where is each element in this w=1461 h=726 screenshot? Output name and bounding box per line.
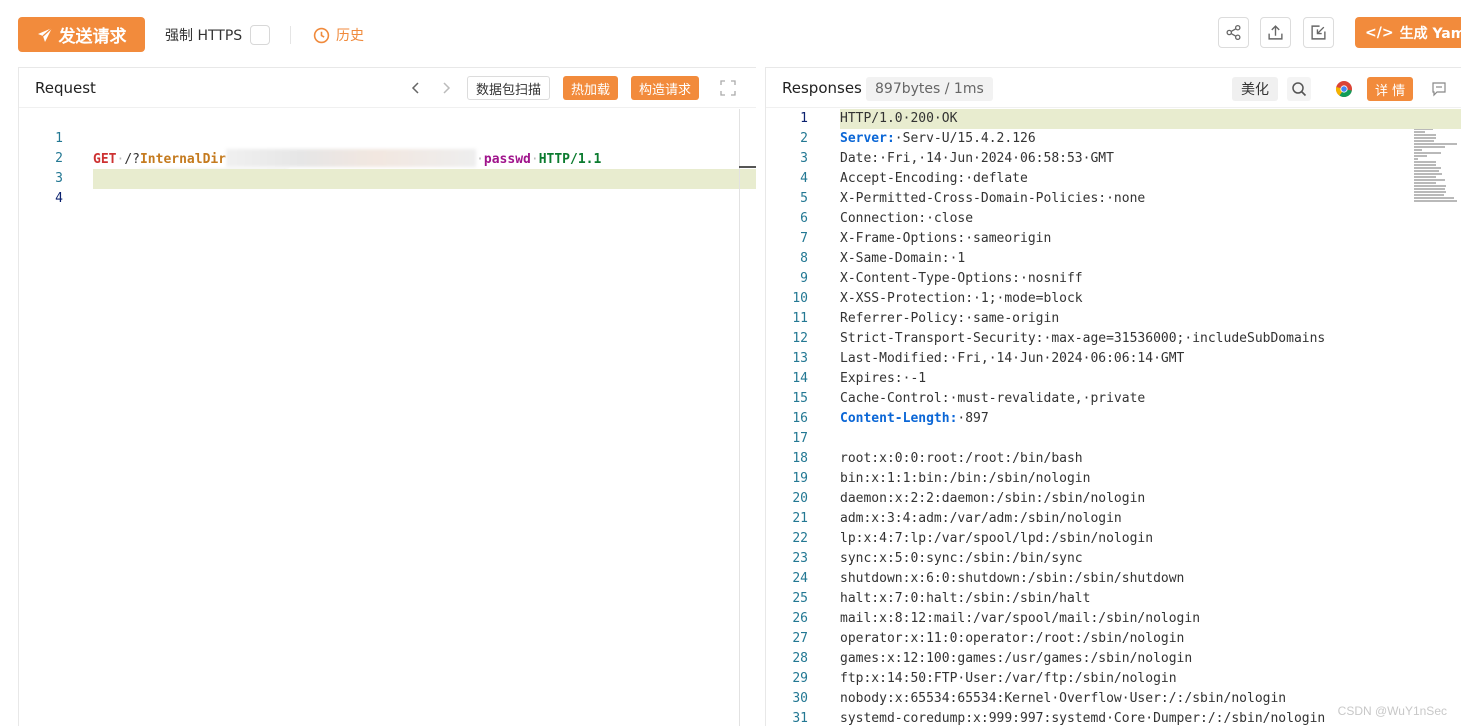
share-icon (1226, 24, 1241, 41)
previous-button[interactable] (409, 80, 423, 96)
force-https-checkbox[interactable] (250, 25, 270, 45)
detail-button[interactable]: 详 情 (1367, 77, 1414, 101)
response-line: 18 root:x:0:0:root:/root:/bin/bash (792, 451, 1083, 466)
expand-icon[interactable] (720, 80, 736, 96)
construct-request-button[interactable]: 构造请求 (631, 76, 700, 100)
response-line: 5 X-Permitted-Cross-Domain-Policies:·none (800, 191, 1146, 206)
share-button[interactable] (1218, 17, 1249, 48)
next-button[interactable] (439, 80, 453, 96)
chevron-right-icon (443, 82, 451, 94)
response-line: 24 shutdown:x:6:0:shutdown:/sbin:/sbin/sh… (792, 571, 1185, 586)
response-line: 27 operator:x:11:0:operator:/root:/sbin/n… (792, 631, 1185, 646)
response-line: 1 HTTP/1.0·200·OK (766, 109, 1461, 129)
request-panel-header: Request 数据包扫描 热加载 构造请求 (19, 68, 756, 108)
upload-icon (1268, 25, 1283, 40)
response-panel: Responses 897bytes / 1ms 美化 详 情 1 HTTP/1.… (765, 67, 1461, 726)
watermark: CSDN @WuY1nSec (1337, 704, 1447, 718)
request-editor[interactable]: 1 GET·/?InternalDir ·passwd·HTTP/1.1 2 Ho… (19, 109, 756, 726)
import-icon (1311, 25, 1326, 40)
response-line: 16 Content-Length:·897 (766, 409, 1461, 429)
response-line: 13 Last-Modified:·Fri,·14·Jun·2024·06:06:… (792, 351, 1185, 366)
force-https-label: 强制 HTTPS (165, 28, 243, 44)
response-editor[interactable]: 1 HTTP/1.0·200·OK 2 Server:·Serv-U/15.4.2.1… (766, 109, 1461, 726)
response-line: 23 sync:x:5:0:sync:/sbin:/bin/sync (792, 551, 1083, 566)
clock-icon (313, 27, 330, 43)
top-toolbar: 发送请求 强制 HTTPS 历史 </> 生成 Yaml (0, 0, 1461, 66)
response-line: 14 Expires:·-1 (792, 371, 927, 386)
beautify-button[interactable]: 美化 (1232, 77, 1278, 101)
response-line: 12 Strict-Transport-Security:·max-age=315… (792, 331, 1326, 346)
response-line: 8 X-Same-Domain:·1 (800, 251, 966, 266)
request-scroll-marker (739, 166, 756, 168)
request-line: 1 GET·/?InternalDir ·passwd·HTTP/1.1 (55, 131, 602, 167)
response-line: 10 X-XSS-Protection:·1;·mode=block (792, 291, 1083, 306)
response-line: 17 (792, 431, 808, 446)
send-request-label: 发送请求 (58, 27, 127, 47)
request-title: Request (35, 79, 96, 97)
hot-load-button[interactable]: 热加载 (563, 76, 619, 100)
export-button[interactable] (1260, 17, 1291, 48)
response-line: 25 halt:x:7:0:halt:/sbin:/sbin/halt (792, 591, 1091, 606)
request-panel: Request 数据包扫描 热加载 构造请求 1 GET·/?InternalD… (18, 67, 756, 726)
response-line: 2 Server:·Serv-U/15.4.2.126 (766, 129, 1461, 149)
response-line: 22 lp:x:4:7:lp:/var/spool/lpd:/sbin/nolog… (792, 531, 1154, 546)
response-panel-header: Responses 897bytes / 1ms 美化 详 情 (766, 68, 1461, 108)
response-line: 9 X-Content-Type-Options:·nosniff (800, 271, 1083, 286)
response-line: 21 adm:x:3:4:adm:/var/adm:/sbin/nologin (792, 511, 1122, 526)
chevron-left-icon (411, 82, 419, 94)
response-line: 4 Accept-Encoding:·deflate (800, 171, 1028, 186)
request-scrollbar[interactable] (739, 109, 740, 726)
response-line: 28 games:x:12:100:games:/usr/games:/sbin/… (792, 651, 1193, 666)
response-line-text: Content-Length:·897 (840, 411, 989, 426)
response-line: 11 Referrer-Policy:·same-origin (792, 311, 1060, 326)
response-title: Responses (782, 79, 862, 97)
request-line: 3 (55, 171, 63, 186)
request-line: 2 Host:· (19, 129, 756, 187)
response-line: 29 ftp:x:14:50:FTP·User:/var/ftp:/sbin/no… (792, 671, 1177, 686)
response-line: 26 mail:x:8:12:mail:/var/spool/mail:/sbin… (792, 611, 1201, 626)
response-line: 3 Date:·Fri,·14·Jun·2024·06:58:53·GMT (800, 151, 1114, 166)
request-line: 4 (19, 169, 756, 206)
import-button[interactable] (1303, 17, 1334, 48)
search-icon (1292, 82, 1307, 97)
send-request-button[interactable]: 发送请求 (18, 17, 145, 52)
response-line: 15 Cache-Control:·must-revalidate,·privat… (792, 391, 1146, 406)
packet-scan-button[interactable]: 数据包扫描 (467, 76, 551, 100)
response-line-text: Server:·Serv-U/15.4.2.126 (840, 131, 1036, 146)
comment-icon[interactable] (1431, 81, 1447, 97)
response-size-badge: 897bytes / 1ms (866, 77, 993, 101)
history-button[interactable]: 历史 (313, 25, 364, 45)
code-icon: </> (1365, 24, 1394, 41)
paper-plane-icon (37, 27, 52, 42)
generate-yaml-button[interactable]: </> 生成 Yaml (1355, 17, 1461, 48)
response-line: 19 bin:x:1:1:bin:/bin:/sbin/nologin (792, 471, 1091, 486)
search-button[interactable] (1287, 77, 1311, 101)
toolbar-divider (290, 26, 291, 44)
history-label: 历史 (336, 28, 364, 44)
response-line: 6 Connection:·close (800, 211, 974, 226)
response-line: 20 daemon:x:2:2:daemon:/sbin:/sbin/nologi… (792, 491, 1146, 506)
chrome-icon[interactable] (1335, 80, 1353, 98)
response-line: 7 X-Frame-Options:·sameorigin (800, 231, 1052, 246)
generate-yaml-label: 生成 Yaml (1399, 25, 1461, 42)
